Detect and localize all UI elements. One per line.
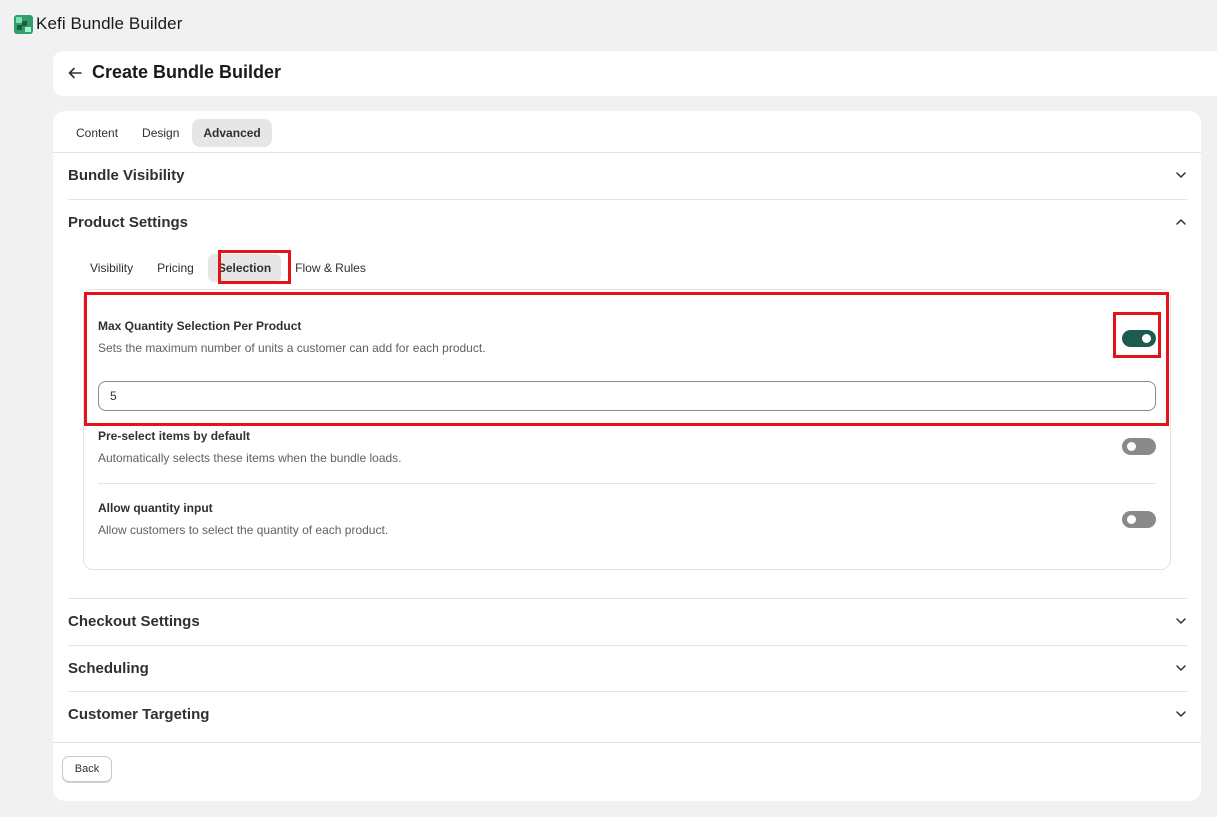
page-header: Create Bundle Builder bbox=[53, 51, 1217, 96]
section-checkout-settings-title[interactable]: Checkout Settings bbox=[68, 613, 200, 630]
section-scheduling-title[interactable]: Scheduling bbox=[68, 660, 149, 677]
max-quantity-toggle[interactable] bbox=[1122, 330, 1156, 347]
preselect-title: Pre-select items by default bbox=[98, 429, 251, 443]
tab-selection[interactable]: Selection bbox=[207, 254, 282, 282]
chevron-down-icon[interactable] bbox=[1175, 169, 1187, 181]
page-title: Create Bundle Builder bbox=[92, 62, 282, 82]
chevron-down-icon[interactable] bbox=[1175, 615, 1187, 627]
quantity-input-toggle[interactable] bbox=[1122, 511, 1156, 528]
app-title: Kefi Bundle Builder bbox=[36, 14, 183, 33]
toggle-knob bbox=[1127, 515, 1136, 524]
tab-content[interactable]: Content bbox=[65, 119, 129, 147]
back-button[interactable]: Back bbox=[62, 756, 112, 782]
preselect-description: Automatically selects these items when t… bbox=[98, 451, 402, 465]
setting-divider bbox=[98, 483, 1156, 484]
app-bar: Kefi Bundle Builder bbox=[0, 0, 1217, 48]
footer-divider bbox=[53, 742, 1201, 743]
quantity-input-description: Allow customers to select the quantity o… bbox=[98, 523, 389, 537]
chevron-down-icon[interactable] bbox=[1175, 708, 1187, 720]
toggle-knob bbox=[1142, 334, 1151, 343]
chevron-down-icon[interactable] bbox=[1175, 662, 1187, 674]
section-divider bbox=[68, 645, 1187, 646]
main-tabs: Content Design Advanced bbox=[65, 119, 272, 147]
chevron-up-icon[interactable] bbox=[1175, 216, 1187, 228]
preselect-toggle[interactable] bbox=[1122, 438, 1156, 455]
max-quantity-input[interactable] bbox=[98, 381, 1156, 411]
tab-flow-rules[interactable]: Flow & Rules bbox=[285, 254, 376, 282]
max-quantity-description: Sets the maximum number of units a custo… bbox=[98, 341, 486, 355]
section-divider bbox=[68, 199, 1187, 200]
section-divider bbox=[68, 691, 1187, 692]
tabs-divider bbox=[53, 152, 1201, 153]
arrow-left-icon[interactable] bbox=[68, 66, 82, 80]
product-settings-tabs: Visibility Pricing Selection Flow & Rule… bbox=[80, 254, 376, 282]
kefi-logo-icon bbox=[14, 15, 33, 34]
section-bundle-visibility-title[interactable]: Bundle Visibility bbox=[68, 167, 184, 184]
section-customer-targeting-title[interactable]: Customer Targeting bbox=[68, 706, 209, 723]
section-product-settings-title[interactable]: Product Settings bbox=[68, 214, 188, 231]
tab-design[interactable]: Design bbox=[131, 119, 190, 147]
section-divider bbox=[68, 598, 1187, 599]
toggle-knob bbox=[1127, 442, 1136, 451]
quantity-input-title: Allow quantity input bbox=[98, 501, 213, 515]
tab-pricing[interactable]: Pricing bbox=[147, 254, 204, 282]
bundle-builder-card: Content Design Advanced Bundle Visibilit… bbox=[53, 111, 1201, 801]
tab-visibility[interactable]: Visibility bbox=[80, 254, 143, 282]
tab-advanced[interactable]: Advanced bbox=[192, 119, 272, 147]
max-quantity-title: Max Quantity Selection Per Product bbox=[98, 319, 302, 333]
